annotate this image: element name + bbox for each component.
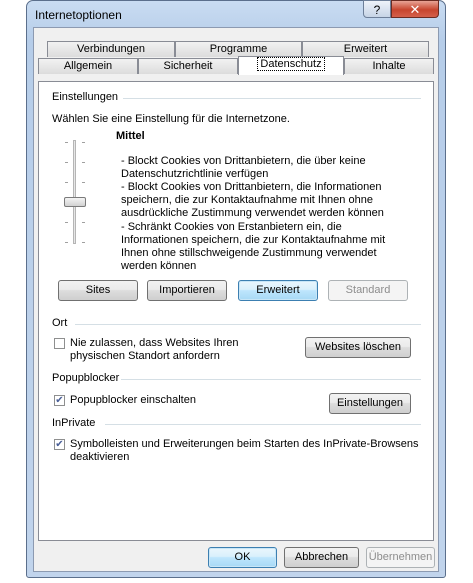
inprivate-group-title: InPrivate — [52, 417, 96, 429]
privacy-description-2: - Blockt Cookies von Drittanbietern, die… — [121, 181, 384, 219]
location-group-divider — [75, 324, 421, 325]
slider-thumb[interactable] — [64, 197, 86, 207]
tab-sicherheit[interactable]: Sicherheit — [138, 58, 238, 74]
close-button[interactable]: ✕ — [391, 0, 439, 18]
advanced-button[interactable]: Erweitert — [238, 280, 318, 301]
apply-button[interactable]: Übernehmen — [366, 547, 435, 568]
popup-checkbox-label: Popupblocker einschalten — [70, 394, 196, 406]
slider-tick — [82, 142, 85, 143]
slider-tick — [82, 182, 85, 183]
inprivate-checkbox-label: Symbolleisten und Erweiterungen beim Sta… — [70, 438, 419, 463]
location-checkbox[interactable] — [54, 338, 65, 349]
import-button[interactable]: Importieren — [147, 280, 227, 301]
slider-tick — [82, 162, 85, 163]
privacy-level-name: Mittel — [116, 130, 145, 142]
tab-inhalte[interactable]: Inhalte — [344, 58, 434, 74]
tab-allgemein[interactable]: Allgemein — [38, 58, 138, 74]
inprivate-group-divider — [105, 424, 421, 425]
cancel-button[interactable]: Abbrechen — [284, 547, 359, 568]
slider-tick — [65, 222, 68, 223]
window-title: Internetoptionen — [35, 8, 122, 22]
slider-track[interactable] — [73, 140, 76, 244]
privacy-description-3: - Schränkt Cookies von Erstanbietern ein… — [121, 221, 386, 272]
sites-button[interactable]: Sites — [58, 280, 138, 301]
slider-tick — [65, 182, 68, 183]
tab-verbindungen[interactable]: Verbindungen — [47, 41, 175, 57]
popup-settings-button[interactable]: Einstellungen — [329, 393, 411, 414]
popup-group-divider — [121, 379, 421, 380]
slider-tick — [65, 142, 68, 143]
title-bar[interactable]: Internetoptionen ? ✕ — [27, 0, 445, 27]
location-group-title: Ort — [52, 317, 68, 329]
help-button[interactable]: ? — [363, 0, 391, 18]
clear-websites-button[interactable]: Websites löschen — [305, 337, 411, 358]
tab-datenschutz[interactable]: Datenschutz — [238, 56, 344, 75]
default-button[interactable]: Standard — [328, 280, 408, 301]
datenschutz-panel: Einstellungen Wählen Sie eine Einstellun… — [38, 81, 434, 541]
dialog-client: Verbindungen Programme Erweitert Allgeme… — [33, 27, 439, 572]
location-checkbox-label: Nie zulassen, dass Websites Ihren physis… — [70, 337, 239, 362]
popup-checkbox[interactable]: ✔ — [54, 395, 65, 406]
privacy-description-1: - Blockt Cookies von Drittanbietern, die… — [121, 155, 366, 180]
inprivate-checkbox[interactable]: ✔ — [54, 439, 65, 450]
dialog-window: Internetoptionen ? ✕ Verbindungen Progra… — [26, 0, 446, 578]
tab-erweitert[interactable]: Erweitert — [302, 41, 429, 57]
ok-button[interactable]: OK — [208, 547, 277, 568]
slider-tick — [65, 242, 68, 243]
settings-instruction: Wählen Sie eine Einstellung für die Inte… — [52, 113, 290, 125]
settings-group-title: Einstellungen — [52, 91, 119, 103]
slider-tick — [65, 162, 68, 163]
settings-group-divider — [123, 98, 421, 99]
tab-programme[interactable]: Programme — [175, 41, 302, 57]
slider-tick — [82, 222, 85, 223]
slider-tick — [82, 242, 85, 243]
popup-group-title: Popupblocker — [52, 372, 120, 384]
